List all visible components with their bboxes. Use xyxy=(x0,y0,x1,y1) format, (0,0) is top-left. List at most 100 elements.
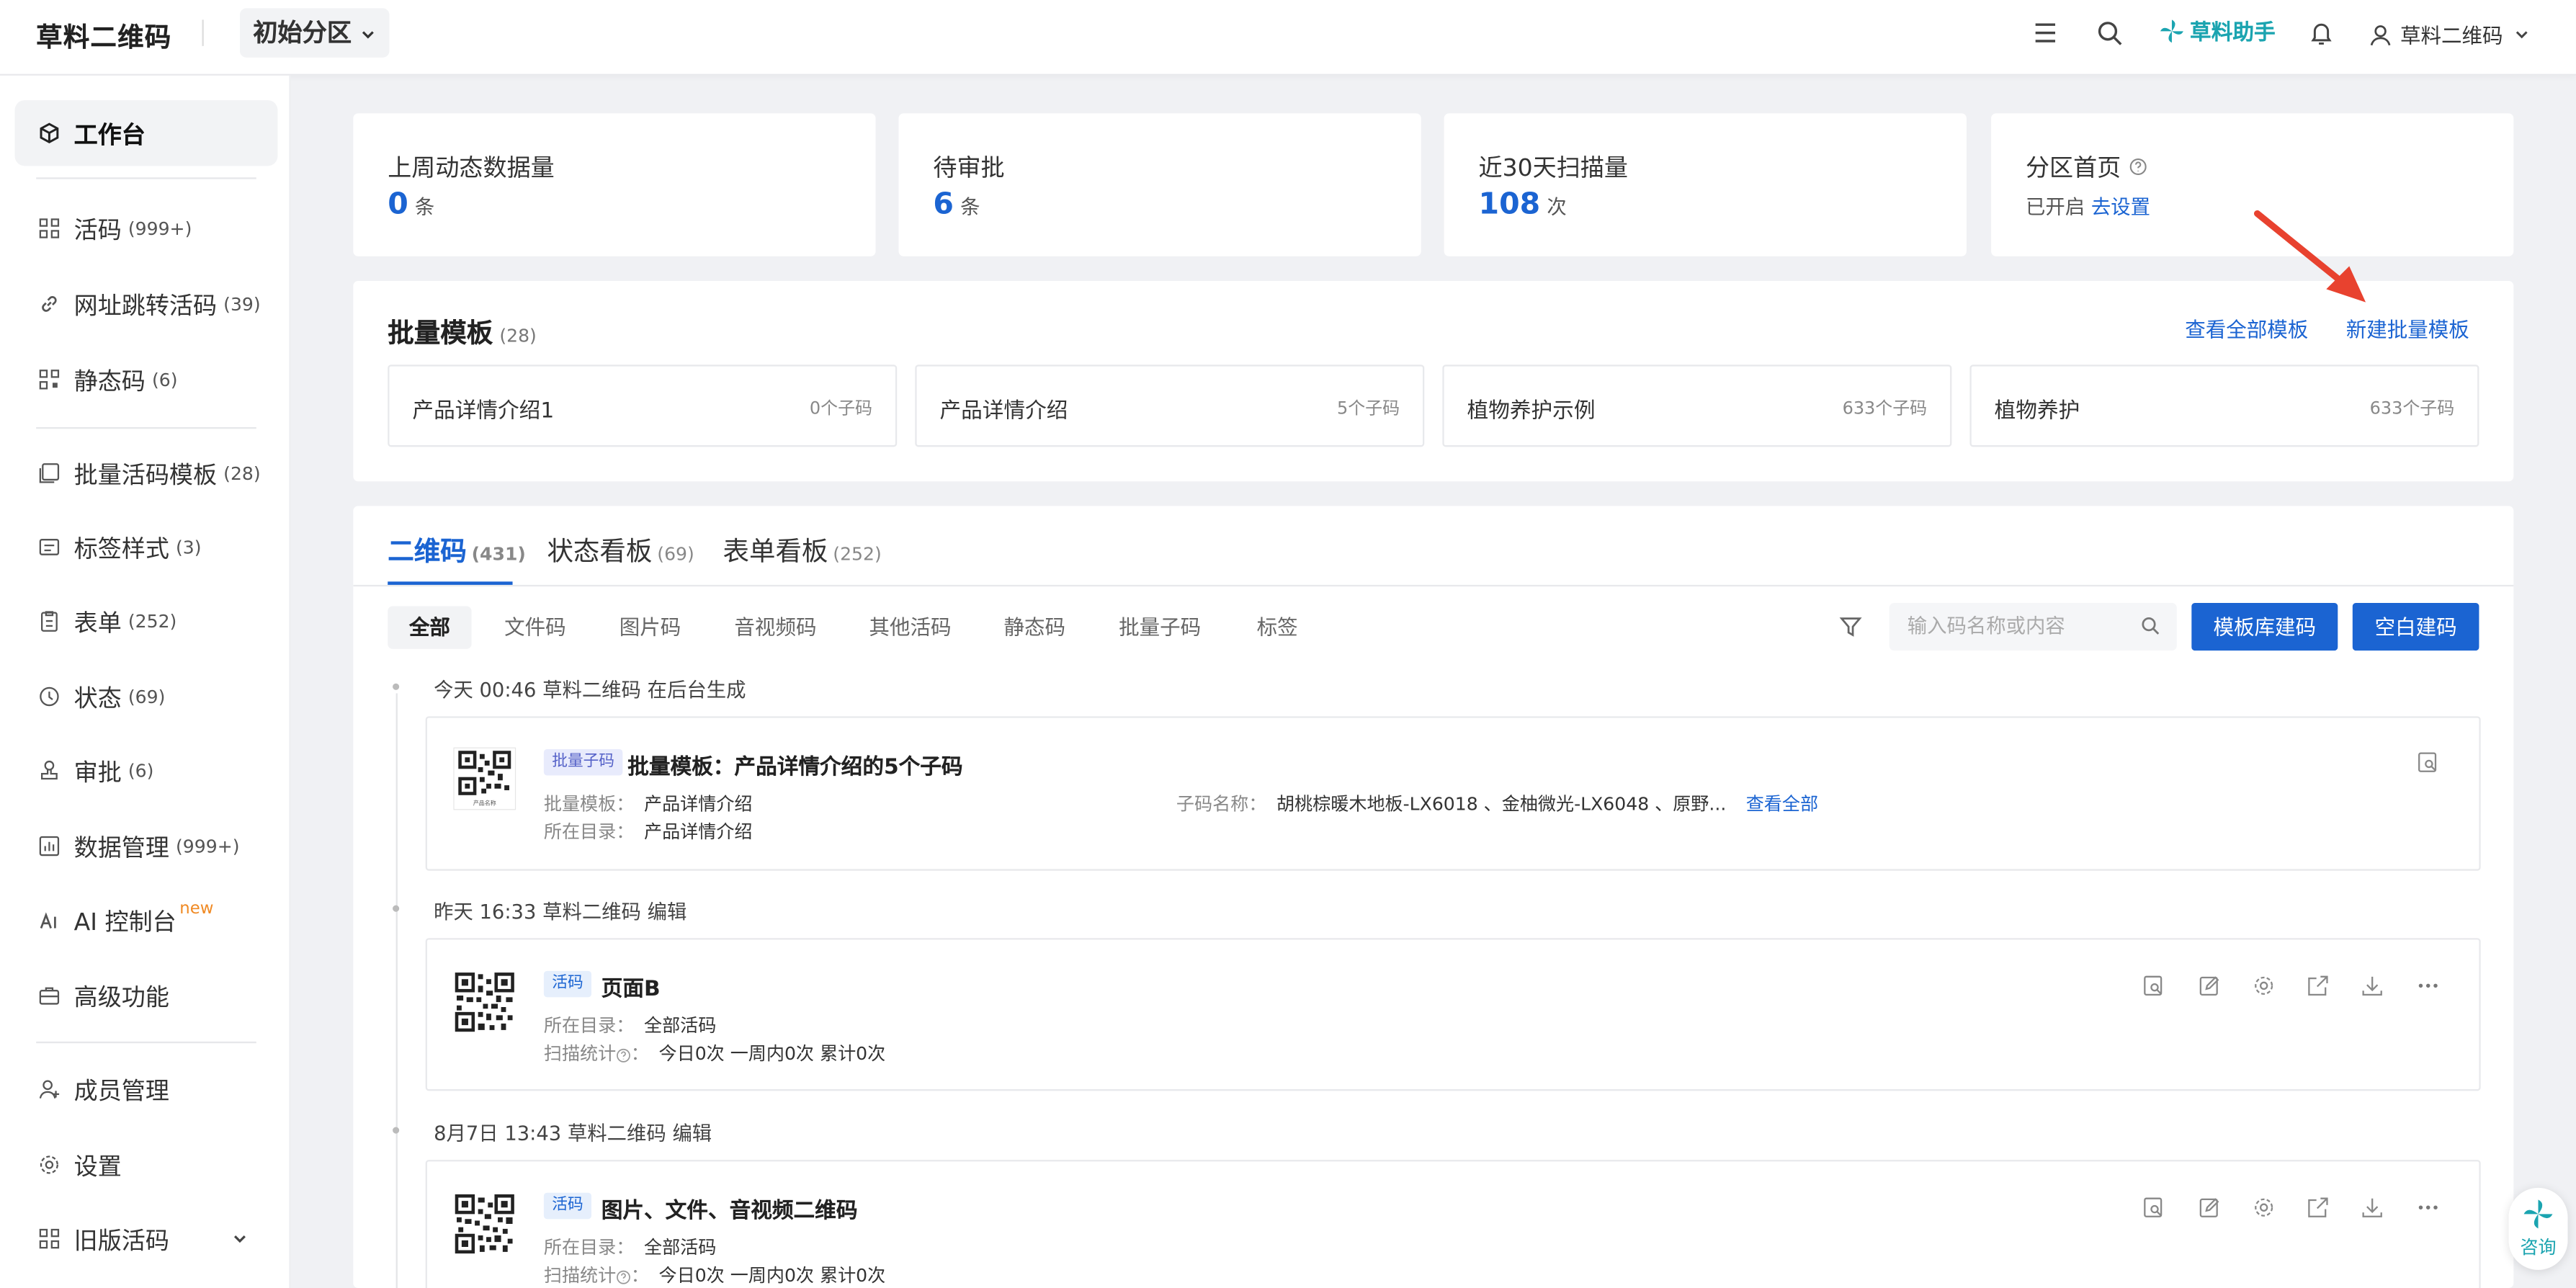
view-all-children-link[interactable]: 查看全部 xyxy=(1746,794,1818,815)
help-icon[interactable] xyxy=(2129,158,2147,176)
meta-label: 所在目录： xyxy=(543,1015,635,1037)
help-icon[interactable] xyxy=(616,1269,631,1284)
stat-value[interactable]: 6条 xyxy=(933,187,980,222)
gear-icon[interactable] xyxy=(2253,1196,2276,1219)
gear-icon[interactable] xyxy=(2253,974,2276,997)
template-name: 植物养护示例 xyxy=(1467,399,1596,424)
sidebar-item-url-redirect[interactable]: 网址跳转活码 (39) xyxy=(15,271,278,336)
annotation-arrow-icon xyxy=(2253,210,2366,303)
meta-label: 所在目录： xyxy=(543,1237,635,1258)
filter-all[interactable]: 全部 xyxy=(388,606,472,649)
menu-icon[interactable] xyxy=(2031,18,2060,48)
list-item[interactable]: 活码 图片、文件、音视频二维码 所在目录： 全部活码 扫描统计：今日0次 一周内0… xyxy=(425,1160,2481,1288)
view-all-templates-link[interactable]: 查看全部模板 xyxy=(2185,312,2308,343)
help-icon[interactable] xyxy=(616,1047,631,1063)
preview-icon[interactable] xyxy=(2142,1196,2165,1219)
sidebar-item-approval[interactable]: 审批 (6) xyxy=(15,738,278,803)
sidebar-item-advanced[interactable]: 高级功能 xyxy=(15,962,278,1028)
sidebar-item-batch-template[interactable]: 批量活码模板 (28) xyxy=(15,440,278,506)
share-icon[interactable] xyxy=(2307,974,2330,997)
sidebar-item-label: 数据管理 xyxy=(73,835,169,862)
sidebar-item-workbench[interactable]: 工作台 xyxy=(14,100,278,166)
qr-code-thumbnail-icon xyxy=(455,972,514,1032)
tab-form-board[interactable]: 表单看板 (252) xyxy=(723,529,881,568)
stat-title: 分区首页 xyxy=(2026,150,2147,184)
tabs-divider xyxy=(353,584,2514,587)
download-icon[interactable] xyxy=(2361,1196,2384,1219)
user-icon xyxy=(2370,24,2391,45)
filter-file[interactable]: 文件码 xyxy=(483,607,587,649)
brand-logo[interactable]: 草料二维码 xyxy=(36,15,171,55)
template-create-button[interactable]: 模板库建码 xyxy=(2191,602,2338,651)
list-item[interactable]: 产品名称 批量子码 批量模板：产品详情介绍的5个子码 批量模板： 产品详情介绍 所… xyxy=(425,716,2481,871)
stat-number: 0 xyxy=(388,187,408,222)
qr-caption: 产品名称 xyxy=(473,799,496,806)
template-card[interactable]: 植物养护 633个子码 xyxy=(1969,365,2479,447)
timeline-dot xyxy=(393,683,400,690)
sidebar-item-static-code[interactable]: 静态码 (6) xyxy=(15,346,278,412)
tab-count: (69) xyxy=(657,543,694,565)
share-icon[interactable] xyxy=(2307,1196,2330,1219)
item-title[interactable]: 批量模板：产品详情介绍的5个子码 xyxy=(627,749,962,780)
search-input[interactable]: 输入码名称或内容 xyxy=(1889,602,2177,651)
sidebar-item-label: 旧版活码 xyxy=(73,1227,169,1255)
filter-static[interactable]: 静态码 xyxy=(983,607,1087,649)
helper-button[interactable]: 草料助手 xyxy=(2159,15,2276,46)
sidebar-item-label-style[interactable]: 标签样式 (3) xyxy=(15,514,278,580)
sidebar-item-livecode[interactable]: 活码 (999+) xyxy=(15,195,278,261)
stat-value[interactable]: 0条 xyxy=(388,187,434,222)
template-count: 633个子码 xyxy=(1842,399,1928,419)
filter-icon[interactable] xyxy=(1838,614,1863,639)
template-card[interactable]: 植物养护示例 633个子码 xyxy=(1442,365,1952,447)
more-icon[interactable] xyxy=(2417,1196,2440,1219)
item-meta-scan-stats: 扫描统计：今日0次 一周内0次 累计0次 xyxy=(543,1265,886,1287)
sidebar-item-form[interactable]: 表单 (252) xyxy=(15,588,278,653)
meta-value: 今日0次 一周内0次 累计0次 xyxy=(658,1043,886,1065)
meta-value: 产品详情介绍 xyxy=(643,793,753,815)
sidebar-item-settings[interactable]: 设置 xyxy=(15,1132,278,1197)
edit-icon[interactable] xyxy=(2198,974,2221,997)
sidebar-item-ai-console[interactable]: AI 控制台 new xyxy=(15,887,278,953)
edit-icon[interactable] xyxy=(2198,1196,2221,1219)
list-item[interactable]: 活码 页面B 所在目录： 全部活码 扫描统计：今日0次 一周内0次 累计0次 xyxy=(425,938,2481,1091)
sidebar-item-label: 高级功能 xyxy=(73,985,169,1011)
search-icon[interactable] xyxy=(2095,18,2124,48)
meta-value: 胡桃棕暖木地板-LX6018 、金柚微光-LX6048 、原野... xyxy=(1276,793,1727,815)
tab-qrcode[interactable]: 二维码 (431) xyxy=(388,529,526,568)
item-meta-directory: 所在目录： 全部活码 xyxy=(544,1012,716,1038)
zone-selector[interactable]: 初始分区 xyxy=(239,8,390,58)
preview-icon[interactable] xyxy=(2417,751,2440,774)
download-icon[interactable] xyxy=(2361,974,2384,997)
bell-icon[interactable] xyxy=(2307,18,2336,48)
timeline-line xyxy=(395,693,397,1288)
filter-other[interactable]: 其他活码 xyxy=(848,607,972,649)
item-title[interactable]: 页面B xyxy=(601,971,661,1002)
template-count: 0个子码 xyxy=(809,399,872,419)
sidebar-item-count: (3) xyxy=(176,536,202,558)
stat-value[interactable]: 108 次 xyxy=(1479,187,1567,222)
item-title[interactable]: 图片、文件、音视频二维码 xyxy=(601,1193,858,1224)
filter-av[interactable]: 音视频码 xyxy=(713,607,838,649)
tab-status-board[interactable]: 状态看板 (69) xyxy=(547,529,694,568)
template-card[interactable]: 产品详情介绍 5个子码 xyxy=(915,365,1425,447)
sidebar-item-members[interactable]: 成员管理 xyxy=(15,1056,278,1122)
filter-label[interactable]: 标签 xyxy=(1235,607,1319,649)
user-menu[interactable]: 草料二维码 xyxy=(2369,18,2531,49)
sidebar-item-label: 批量活码模板 xyxy=(73,462,218,489)
sidebar-item-legacy-livecode[interactable]: 旧版活码 xyxy=(15,1206,278,1271)
label-icon xyxy=(39,539,60,555)
stat-title: 近30天扫描量 xyxy=(1478,156,1628,183)
blank-create-button[interactable]: 空白建码 xyxy=(2352,602,2479,651)
go-settings-link[interactable]: 去设置 xyxy=(2091,195,2150,218)
link-icon xyxy=(42,295,57,312)
pinwheel-icon xyxy=(2160,19,2183,43)
filter-image[interactable]: 图片码 xyxy=(598,607,702,649)
sidebar-item-data-management[interactable]: 数据管理 (999+) xyxy=(15,813,278,879)
more-icon[interactable] xyxy=(2417,974,2440,997)
preview-icon[interactable] xyxy=(2142,974,2165,997)
sidebar-item-status[interactable]: 状态 (69) xyxy=(15,663,278,729)
template-card[interactable]: 产品详情介绍1 0个子码 xyxy=(388,365,898,447)
create-batch-template-link[interactable]: 新建批量模板 xyxy=(2346,312,2469,343)
filter-batch-child[interactable]: 批量子码 xyxy=(1097,607,1222,649)
consult-button[interactable]: 咨询 xyxy=(2508,1187,2568,1270)
